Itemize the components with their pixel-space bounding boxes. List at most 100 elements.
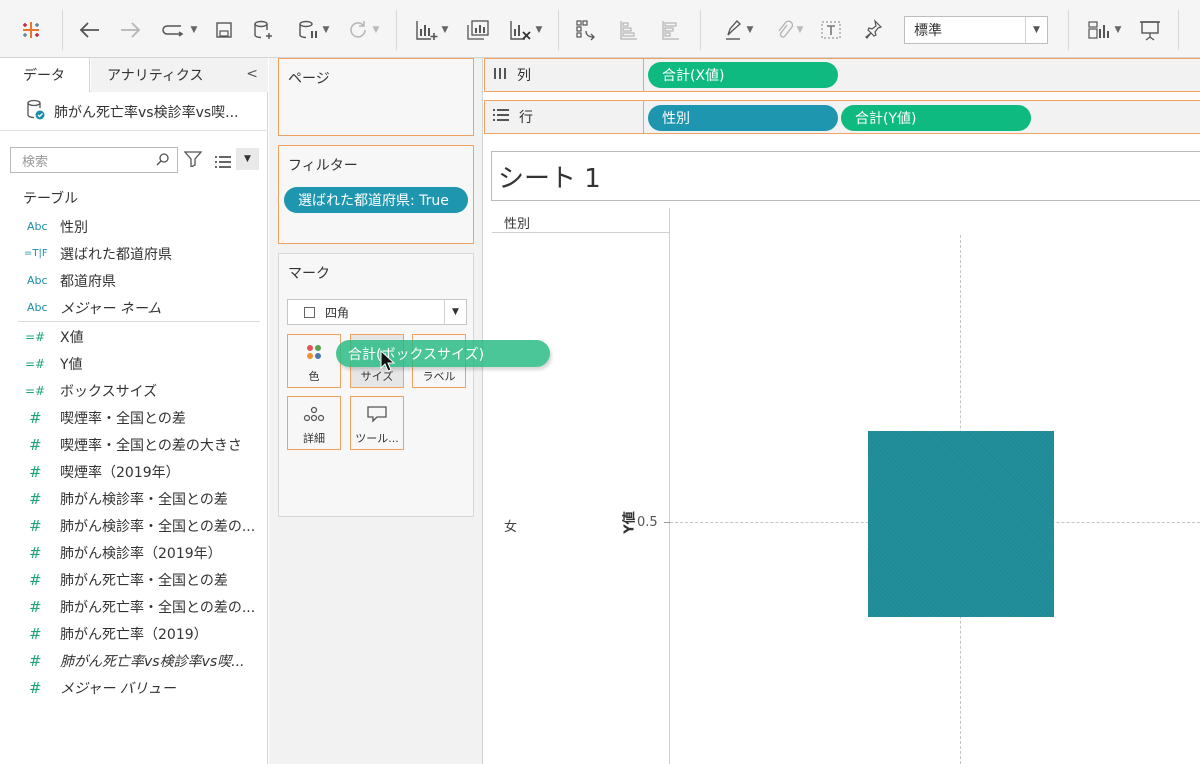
new-worksheet-icon[interactable]: ▼ [408,16,454,44]
tab-analytics-label: アナリティクス [107,68,204,84]
replay-icon[interactable]: ▼ [156,16,202,44]
tableau-logo-icon[interactable] [16,16,46,44]
rows-pill-gender[interactable]: 性別 [648,105,838,131]
field-item[interactable]: # メジャー バリュー [0,674,268,701]
number-type-icon: # [29,516,42,535]
rows-pill-y[interactable]: 合計(Y値) [841,105,1031,131]
data-source-item[interactable]: 肺がん死亡率vs検診率vs喫... [0,93,268,131]
tables-section-label: テーブル [23,191,79,207]
pause-updates-icon[interactable]: ▼ [290,16,336,44]
field-item[interactable]: # 肺がん検診率（2019年） [0,539,268,566]
new-datasource-icon[interactable] [250,16,276,44]
field-search-input[interactable]: 検索 [10,147,178,173]
number-type-icon: # [29,678,42,697]
view-options-dropdown[interactable]: ▼ [236,148,259,170]
field-item[interactable]: Abc メジャー ネーム [0,294,268,321]
sort-descending-icon[interactable] [658,16,682,44]
save-icon[interactable] [212,16,236,44]
field-name: Y値 [60,356,83,373]
detail-button[interactable]: 詳細 [287,396,341,450]
row-header-label[interactable]: 性別 [504,213,530,232]
detail-dots-icon [288,405,340,423]
sheet-title[interactable]: シート 1 [491,151,1200,201]
field-name: 肺がん検診率・全国との差 [60,491,228,508]
tooltip-button[interactable]: ツール... [350,396,404,450]
number-type-icon: # [29,462,42,481]
pages-shelf[interactable]: ページ [278,58,474,136]
swap-rows-columns-icon[interactable] [572,16,600,44]
number-type-icon: # [29,624,42,643]
field-name: メジャー ネーム [60,300,162,317]
field-item[interactable]: # 喫煙率（2019年） [0,458,268,485]
field-name: 喫煙率・全国との差の大きさ [60,437,242,454]
field-item[interactable]: # 肺がん死亡率・全国との差の... [0,593,268,620]
field-item[interactable]: # 肺がん検診率・全国との差の... [0,512,268,539]
field-item[interactable]: # 肺がん死亡率・全国との差 [0,566,268,593]
mark-type-select[interactable]: 四角 ▼ [287,299,467,325]
filter-pill-label: 選ばれた都道府県: True [298,193,449,209]
number-type-icon: # [29,597,42,616]
number-type-icon: # [29,489,42,508]
filter-pill[interactable]: 選ばれた都道府県: True [284,187,468,213]
search-placeholder: 検索 [22,154,49,170]
detail-button-label: 詳細 [303,432,325,445]
field-item[interactable]: =T|F 選ばれた都道府県 [0,240,268,267]
field-item[interactable]: Abc 都道府県 [0,267,268,294]
pages-title: ページ [288,71,330,87]
fix-axes-pin-icon[interactable] [860,16,886,44]
field-name: 都道府県 [60,273,116,290]
show-mark-labels-icon[interactable] [818,16,844,44]
tab-data[interactable]: データ [0,58,90,92]
filters-shelf[interactable]: フィルター 選ばれた都道府県: True [278,145,474,244]
fit-view-select[interactable]: 標準 ▼ [904,16,1048,44]
view-list-icon[interactable] [215,153,231,172]
number-type-icon: # [29,408,42,427]
duplicate-sheet-icon[interactable] [464,16,492,44]
number-type-icon: # [29,570,42,589]
row-value-label[interactable]: 女 [504,516,517,535]
search-icon[interactable] [156,152,170,170]
tab-analytics[interactable]: アナリティクス < [91,58,268,92]
color-dots-icon [288,343,340,361]
sort-ascending-icon[interactable] [616,16,640,44]
back-icon[interactable] [76,16,104,44]
presentation-mode-icon[interactable] [1136,16,1164,44]
field-item[interactable]: # 肺がん死亡率（2019） [0,620,268,647]
mouse-cursor-icon [380,349,396,376]
field-item[interactable]: # 喫煙率・全国との差の大きさ [0,431,268,458]
highlight-icon[interactable]: ▼ [716,16,760,44]
y-axis-title[interactable]: Y値 [619,503,638,543]
chevron-down-icon: ▼ [444,300,466,324]
worksheet-view[interactable]: シート 1 性別 女 Y値 0.5 [484,143,1200,764]
number-type-icon: # [29,651,42,670]
field-item[interactable]: =# Y値 [0,350,268,377]
field-item[interactable]: # 肺がん死亡率vs検診率vs喫... [0,647,268,674]
clear-sheet-icon[interactable]: ▼ [502,16,548,44]
color-button[interactable]: 色 [287,334,341,388]
calc-number-icon: =# [25,383,46,398]
rows-shelf[interactable]: 行 性別 合計(Y値) [484,100,1200,134]
square-mark[interactable] [868,431,1054,617]
string-type-icon: Abc [27,220,48,233]
refresh-icon[interactable]: ▼ [340,16,386,44]
rows-label: 行 [519,110,533,126]
chevron-down-icon: ▼ [244,154,251,164]
group-members-icon[interactable]: ▼ [768,16,810,44]
filter-fields-icon[interactable] [183,151,203,171]
field-item[interactable]: # 喫煙率・全国との差 [0,404,268,431]
field-name: 性別 [60,219,88,236]
field-item[interactable]: =# X値 [0,323,268,350]
columns-pill-x[interactable]: 合計(X値) [648,62,838,88]
shelves-pane: ページ フィルター 選ばれた都道府県: True マーク 四角 ▼ 色 サイズ [269,58,483,764]
field-item[interactable]: =# ボックスサイズ [0,377,268,404]
forward-icon[interactable] [116,16,144,44]
y-axis-tick: 0.5 [637,515,658,530]
field-name: 肺がん検診率（2019年） [60,545,222,562]
show-me-icon[interactable]: ▼ [1080,16,1128,44]
marks-card: マーク 四角 ▼ 色 サイズ ラベル 詳細 ツール... [278,253,474,517]
field-item[interactable]: Abc 性別 [0,213,268,240]
collapse-pane-icon[interactable]: < [246,66,258,82]
dragging-pill[interactable]: 合計(ボックスサイズ) [336,340,550,367]
field-item[interactable]: # 肺がん検診率・全国との差 [0,485,268,512]
columns-shelf[interactable]: 列 合計(X値) [484,58,1200,92]
